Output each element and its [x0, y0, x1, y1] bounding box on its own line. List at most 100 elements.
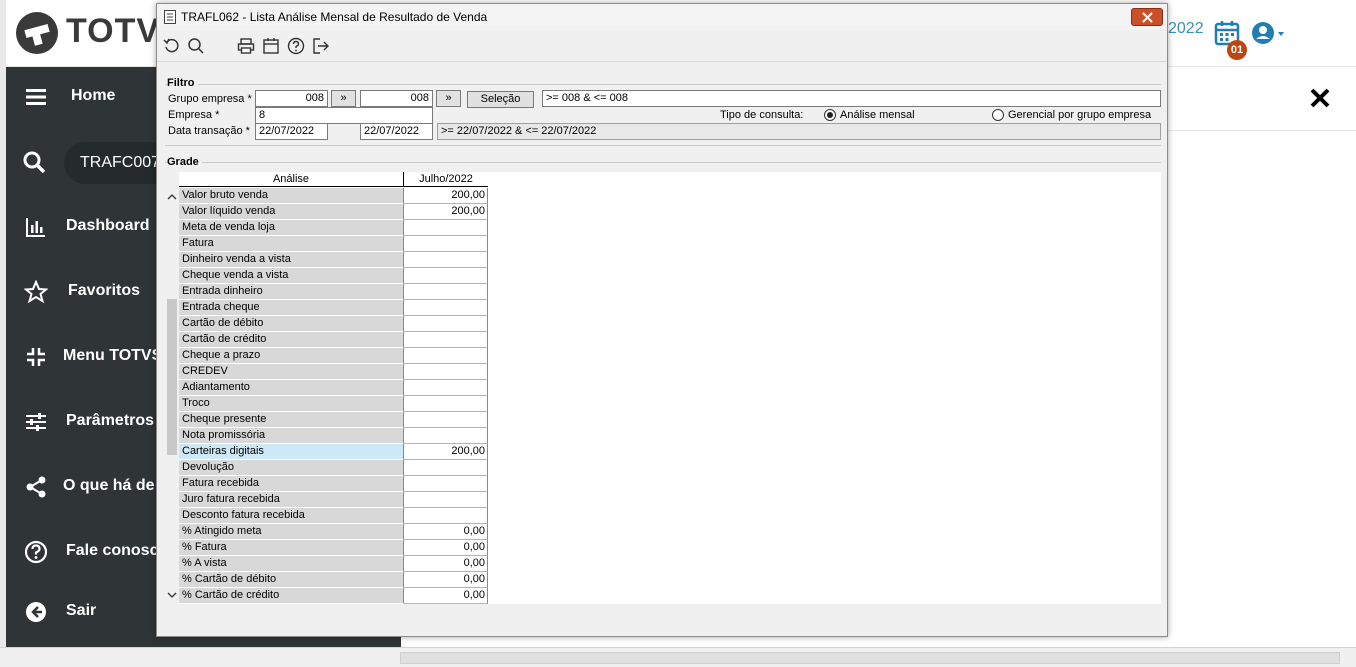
row-label-cell[interactable]: Valor bruto venda — [179, 188, 404, 204]
row-value-cell[interactable] — [404, 268, 488, 284]
row-label-cell[interactable]: Cartão de crédito — [179, 332, 404, 348]
table-row[interactable]: Entrada cheque — [179, 300, 489, 316]
row-label-cell[interactable]: Cheque presente — [179, 412, 404, 428]
row-value-cell[interactable] — [404, 252, 488, 268]
data-transacao-to[interactable]: 22/07/2022 — [360, 123, 433, 140]
radio-gerencial[interactable] — [992, 109, 1004, 121]
table-row[interactable]: % A vista 0,00 — [179, 556, 489, 572]
row-value-cell[interactable] — [404, 284, 488, 300]
row-label-cell[interactable]: Fatura recebida — [179, 476, 404, 492]
row-label-cell[interactable]: Troco — [179, 396, 404, 412]
table-row[interactable]: Adiantamento — [179, 380, 489, 396]
row-value-cell[interactable] — [404, 492, 488, 508]
row-label-cell[interactable]: Cartão de débito — [179, 316, 404, 332]
row-label-cell[interactable]: Entrada dinheiro — [179, 284, 404, 300]
row-label-cell[interactable]: Adiantamento — [179, 380, 404, 396]
row-value-cell[interactable]: 0,00 — [404, 540, 488, 556]
row-value-cell[interactable] — [404, 460, 488, 476]
table-row[interactable]: Dinheiro venda a vista — [179, 252, 489, 268]
table-row[interactable]: Desconto fatura recebida — [179, 508, 489, 524]
row-value-cell[interactable] — [404, 396, 488, 412]
row-label-cell[interactable]: % Cartão de débito — [179, 572, 404, 588]
row-value-cell[interactable] — [404, 380, 488, 396]
row-label-cell[interactable]: Devolução — [179, 460, 404, 476]
row-label-cell[interactable]: Valor líquido venda — [179, 204, 404, 220]
close-icon[interactable] — [1308, 86, 1332, 110]
table-row[interactable]: Carteiras digitais 200,00 — [179, 444, 489, 460]
data-transacao-from[interactable]: 22/07/2022 — [255, 123, 328, 140]
row-value-cell[interactable] — [404, 236, 488, 252]
row-label-cell[interactable]: Fatura — [179, 236, 404, 252]
table-row[interactable]: Entrada dinheiro — [179, 284, 489, 300]
print-icon[interactable] — [237, 37, 255, 55]
grupo-expression-field[interactable]: >= 008 & <= 008 — [542, 90, 1161, 107]
exit-icon[interactable] — [312, 37, 330, 55]
row-label-cell[interactable]: % Fatura — [179, 540, 404, 556]
row-value-cell[interactable] — [404, 428, 488, 444]
row-value-cell[interactable] — [404, 508, 488, 524]
table-row[interactable]: Cartão de crédito — [179, 332, 489, 348]
row-label-cell[interactable]: Dinheiro venda a vista — [179, 252, 404, 268]
user-avatar-icon[interactable] — [1251, 20, 1285, 46]
row-value-cell[interactable]: 200,00 — [404, 444, 488, 460]
grupo-empresa-more-button[interactable]: » — [331, 90, 356, 107]
grupo-empresa-from[interactable]: 008 — [255, 90, 328, 107]
row-label-cell[interactable]: % Cartão de crédito — [179, 588, 404, 604]
table-row[interactable]: Troco — [179, 396, 489, 412]
radio-analise-mensal[interactable] — [824, 109, 836, 121]
table-row[interactable]: % Atingido meta 0,00 — [179, 524, 489, 540]
bottom-scrollbar[interactable] — [0, 647, 1356, 667]
row-label-cell[interactable]: Juro fatura recebida — [179, 492, 404, 508]
row-value-cell[interactable]: 0,00 — [404, 524, 488, 540]
chevron-down-icon[interactable] — [167, 591, 177, 599]
row-label-cell[interactable]: % A vista — [179, 556, 404, 572]
chevron-up-icon[interactable] — [167, 193, 177, 201]
table-row[interactable]: Devolução — [179, 460, 489, 476]
row-value-cell[interactable]: 200,00 — [404, 204, 488, 220]
row-value-cell[interactable]: 200,00 — [404, 188, 488, 204]
grade-vertical-scrollbar[interactable] — [165, 189, 177, 605]
table-row[interactable]: Valor líquido venda 200,00 — [179, 204, 489, 220]
refresh-icon[interactable] — [163, 37, 181, 55]
row-label-cell[interactable]: Carteiras digitais — [179, 444, 404, 460]
row-value-cell[interactable] — [404, 316, 488, 332]
row-label-cell[interactable]: CREDEV — [179, 364, 404, 380]
row-label-cell[interactable]: Cheque a prazo — [179, 348, 404, 364]
row-value-cell[interactable] — [404, 220, 488, 236]
table-row[interactable]: Valor bruto venda 200,00 — [179, 188, 489, 204]
scroll-thumb[interactable] — [400, 652, 1340, 664]
table-row[interactable]: Cheque presente — [179, 412, 489, 428]
row-label-cell[interactable]: Nota promissória — [179, 428, 404, 444]
row-value-cell[interactable]: 0,00 — [404, 588, 488, 604]
col-analise-header[interactable]: Análise — [179, 172, 404, 187]
window-close-button[interactable] — [1131, 8, 1163, 26]
table-row[interactable]: CREDEV — [179, 364, 489, 380]
row-label-cell[interactable]: Desconto fatura recebida — [179, 508, 404, 524]
row-value-cell[interactable] — [404, 476, 488, 492]
table-row[interactable]: Meta de venda loja — [179, 220, 489, 236]
row-label-cell[interactable]: Meta de venda loja — [179, 220, 404, 236]
table-row[interactable]: Juro fatura recebida — [179, 492, 489, 508]
dialog-titlebar[interactable]: TRAFL062 - Lista Análise Mensal de Resul… — [157, 4, 1167, 30]
grupo-empresa-to[interactable]: 008 — [360, 90, 433, 107]
table-row[interactable]: Nota promissória — [179, 428, 489, 444]
row-value-cell[interactable] — [404, 364, 488, 380]
selecao-button[interactable]: Seleção — [467, 91, 534, 108]
row-value-cell[interactable]: 0,00 — [404, 556, 488, 572]
search-icon[interactable] — [22, 150, 46, 174]
grupo-empresa-to-more-button[interactable]: » — [436, 90, 461, 107]
help-icon[interactable] — [287, 37, 305, 55]
row-value-cell[interactable]: 0,00 — [404, 572, 488, 588]
row-label-cell[interactable]: Entrada cheque — [179, 300, 404, 316]
table-row[interactable]: Fatura — [179, 236, 489, 252]
table-row[interactable]: % Cartão de débito 0,00 — [179, 572, 489, 588]
row-value-cell[interactable] — [404, 348, 488, 364]
search-icon[interactable] — [187, 37, 205, 55]
table-row[interactable]: % Cartão de crédito 0,00 — [179, 588, 489, 604]
row-value-cell[interactable] — [404, 300, 488, 316]
table-row[interactable]: % Fatura 0,00 — [179, 540, 489, 556]
row-value-cell[interactable] — [404, 412, 488, 428]
scroll-thumb[interactable] — [167, 299, 177, 455]
empresa-field[interactable]: 8 — [255, 107, 433, 124]
table-row[interactable]: Cheque venda a vista — [179, 268, 489, 284]
